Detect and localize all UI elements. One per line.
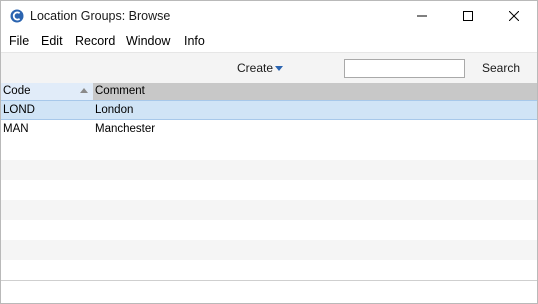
column-header-code-label: Code	[3, 85, 31, 97]
toolbar: Create Search	[1, 52, 537, 83]
column-header-code[interactable]: Code	[1, 83, 93, 100]
menu-info[interactable]: Info	[184, 34, 205, 48]
menu-file[interactable]: File	[9, 34, 29, 48]
browse-window: Location Groups: Browse File Edit Record…	[0, 0, 538, 304]
empty-row	[1, 260, 537, 280]
create-button[interactable]: Create	[237, 61, 273, 75]
cell-comment: London	[95, 104, 134, 116]
title-bar[interactable]: Location Groups: Browse	[1, 1, 537, 32]
cell-code: LOND	[3, 104, 35, 116]
close-icon	[508, 10, 520, 24]
menu-bar: File Edit Record Window Info	[1, 32, 537, 52]
cell-comment: Manchester	[95, 123, 156, 135]
menu-record[interactable]: Record	[75, 34, 115, 48]
table-header: Code Comment	[1, 83, 537, 100]
window-title: Location Groups: Browse	[30, 9, 171, 23]
search-button[interactable]: Search	[482, 61, 520, 75]
sort-ascending-icon[interactable]	[80, 88, 88, 93]
table-row[interactable]: MAN Manchester	[1, 120, 537, 140]
menu-window[interactable]: Window	[126, 34, 170, 48]
close-button[interactable]	[491, 1, 537, 32]
cell-code: MAN	[3, 123, 29, 135]
table-body: LOND London MAN Manchester	[1, 100, 537, 280]
minimize-button[interactable]	[399, 1, 445, 32]
empty-row	[1, 160, 537, 180]
maximize-icon	[463, 10, 473, 24]
empty-row	[1, 180, 537, 200]
empty-row	[1, 140, 537, 160]
empty-row	[1, 220, 537, 240]
column-header-comment[interactable]: Comment	[94, 83, 145, 100]
status-divider	[1, 280, 537, 281]
minimize-icon	[417, 10, 427, 24]
menu-edit[interactable]: Edit	[41, 34, 63, 48]
table-row[interactable]: LOND London	[1, 100, 537, 120]
column-header-comment-label: Comment	[95, 85, 145, 97]
empty-row	[1, 200, 537, 220]
chevron-down-icon[interactable]	[275, 66, 283, 71]
search-input[interactable]	[344, 59, 465, 78]
maximize-button[interactable]	[445, 1, 491, 32]
app-icon	[10, 9, 24, 23]
empty-row	[1, 240, 537, 260]
